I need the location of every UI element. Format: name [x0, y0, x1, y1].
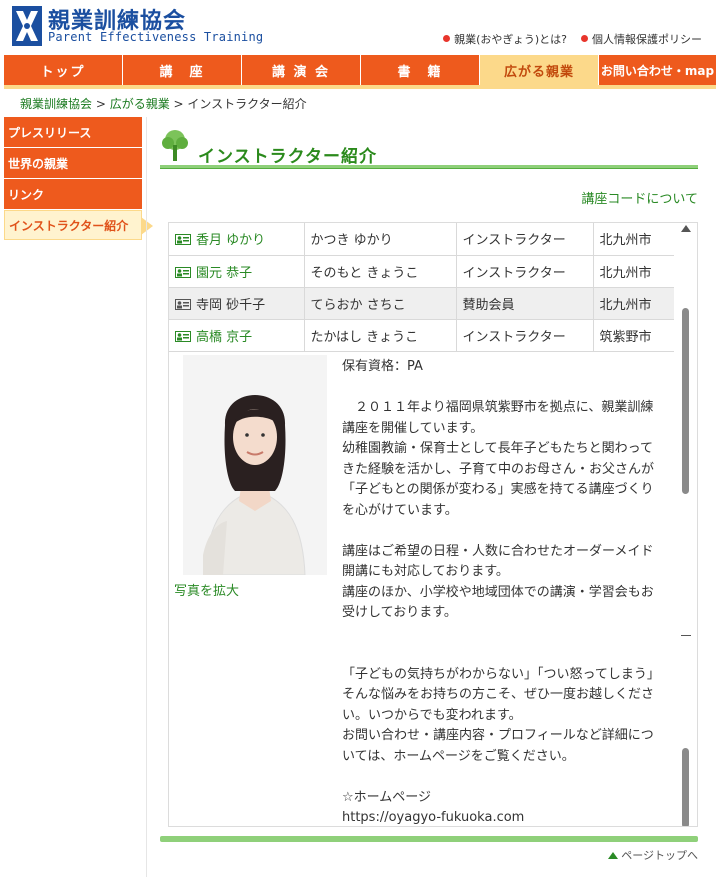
table-row: 香月 ゆかり かつき ゆかり インストラクター 北九州市: [169, 223, 674, 256]
instructor-name-label: 香月 ゆかり: [196, 233, 266, 249]
instructor-name-label: 園元 恭子: [196, 265, 253, 281]
instructor-area: 北九州市: [593, 223, 674, 256]
instructor-photo[interactable]: [183, 355, 327, 576]
profile-card-icon: [175, 298, 191, 310]
instructor-table: 香月 ゆかり かつき ゆかり インストラクター 北九州市 園元 恭子 そのもと …: [169, 223, 674, 352]
page-top-label: ページトップへ: [621, 849, 698, 862]
instructor-name[interactable]: 園元 恭子: [169, 255, 305, 288]
instructor-role: インストラクター: [456, 255, 594, 288]
breadcrumb-separator: >: [169, 97, 188, 111]
tree-icon: [160, 129, 190, 167]
instructor-kana: てらおか さちこ: [304, 287, 457, 320]
page-heading: インストラクター紹介: [160, 129, 698, 171]
nav-underline: [4, 85, 716, 89]
description-paragraph: お問い合わせ・講座内容・プロフィールなど詳細については、ホームページをご覧くださ…: [342, 728, 654, 764]
scroll-thumb[interactable]: [682, 308, 689, 494]
instructor-kana: たかはし きょうこ: [304, 319, 457, 352]
content-bottom-line: [160, 836, 698, 842]
arrow-up-icon: [608, 852, 619, 859]
header-link-privacy[interactable]: 個人情報保護ポリシー: [581, 31, 702, 47]
description-paragraph: 「子どもの気持ちがわからない」「つい怒ってしまう」そんな悩みをお持ちの方こそ、ぜ…: [342, 666, 660, 723]
sidebar-item-instructors[interactable]: インストラクター紹介: [4, 210, 153, 240]
instructor-name[interactable]: 高橋 京子: [169, 319, 305, 352]
homepage-label: ☆ホームページ: [342, 789, 432, 805]
scroll-divider: [681, 635, 691, 636]
table-row: 高橋 京子 たかはし きょうこ インストラクター 筑紫野市: [169, 319, 674, 352]
outer-scroll-thumb[interactable]: [682, 748, 689, 826]
title-underline: [160, 165, 698, 169]
profile-card-icon: [175, 234, 191, 246]
profile-card-icon: [175, 266, 191, 278]
logo-icon[interactable]: [12, 6, 42, 46]
breadcrumb-section[interactable]: 広がる親業: [110, 97, 170, 111]
breadcrumb-home[interactable]: 親業訓練協会: [20, 97, 92, 111]
nav-spread[interactable]: 広がる親業: [480, 55, 599, 85]
site-header: 親業訓練協会 Parent Effectiveness Training 親業(…: [0, 0, 720, 54]
description-paragraph: 幼稚園教諭・保育士として長年子どもたちと関わってきた経験を活かし、子育て中のお母…: [342, 441, 655, 518]
instructor-area: 筑紫野市: [593, 319, 674, 352]
course-code-link[interactable]: 講座コードについて: [581, 188, 698, 207]
nav-books[interactable]: 書 籍: [361, 55, 480, 85]
bullet-icon: [581, 35, 588, 42]
profile-card-icon: [175, 330, 191, 342]
nav-top[interactable]: トップ: [4, 55, 123, 85]
sidebar: プレスリリース 世界の親業 リンク インストラクター紹介: [4, 117, 153, 241]
header-link-about[interactable]: 親業(おやぎょう)とは?: [443, 31, 567, 47]
instructor-name-label: 寺岡 砂千子: [196, 297, 266, 313]
instructor-description: 保有資格：PA ２０１１年より福岡県筑紫野市を拠点に、親業訓練講座を開催していま…: [342, 357, 664, 826]
page-title: インストラクター紹介: [198, 147, 377, 167]
header-links: 親業(おやぎょう)とは? 個人情報保護ポリシー: [443, 31, 702, 47]
instructor-kana: そのもと きょうこ: [304, 255, 457, 288]
instructor-role: インストラクター: [456, 319, 594, 352]
instructor-panel[interactable]: 香月 ゆかり かつき ゆかり インストラクター 北九州市 園元 恭子 そのもと …: [168, 222, 698, 827]
panel-scrollbar[interactable]: [675, 223, 697, 826]
breadcrumb-separator: >: [92, 97, 110, 111]
instructor-role: 賛助会員: [456, 287, 594, 320]
enlarge-photo-link[interactable]: 写真を拡大: [174, 580, 239, 599]
header-link-about-label: 親業(おやぎょう)とは?: [454, 33, 567, 46]
header-link-privacy-label: 個人情報保護ポリシー: [592, 33, 702, 46]
page-top-link[interactable]: ページトップへ: [608, 847, 698, 863]
bullet-icon: [443, 35, 451, 42]
sidebar-item-press[interactable]: プレスリリース: [4, 117, 142, 147]
qualification: 保有資格：PA: [342, 359, 423, 374]
instructor-name: 寺岡 砂千子: [169, 287, 305, 320]
breadcrumb-current: インストラクター紹介: [187, 97, 307, 111]
homepage-url[interactable]: https://oyagyo-fukuoka.com: [342, 808, 664, 826]
description-paragraph: 講座のほか、小学校や地域団体での講演・学習会もお受けしております。: [342, 584, 654, 621]
instructor-area: 北九州市: [593, 255, 674, 288]
description-paragraph: ２０１１年より福岡県筑紫野市を拠点に、親業訓練講座を開催しています。: [342, 400, 654, 436]
instructor-name-label: 高橋 京子: [196, 329, 253, 345]
nav-lectures[interactable]: 講 演 会: [242, 55, 361, 85]
instructor-area: 北九州市: [593, 287, 674, 320]
global-nav: トップ 講 座 講 演 会 書 籍 広がる親業 お問い合わせ・map: [4, 55, 716, 85]
table-row: 寺岡 砂千子 てらおか さちこ 賛助会員 北九州市: [169, 287, 674, 320]
breadcrumb: 親業訓練協会 > 広がる親業 > インストラクター紹介: [20, 95, 307, 112]
instructor-name[interactable]: 香月 ゆかり: [169, 223, 305, 256]
table-row: 園元 恭子 そのもと きょうこ インストラクター 北九州市: [169, 255, 674, 288]
sidebar-item-links[interactable]: リンク: [4, 179, 142, 209]
logo-subtitle[interactable]: Parent Effectiveness Training: [48, 30, 263, 44]
instructor-kana: かつき ゆかり: [304, 223, 457, 256]
description-paragraph: 講座はご希望の日程・人数に合わせたオーダーメイド開講にも対応しております。: [342, 543, 654, 580]
nav-contact[interactable]: お問い合わせ・map: [599, 55, 716, 85]
scroll-up-icon[interactable]: [681, 225, 691, 232]
instructor-role: インストラクター: [456, 223, 594, 256]
sidebar-item-world[interactable]: 世界の親業: [4, 148, 142, 178]
nav-courses[interactable]: 講 座: [123, 55, 242, 85]
